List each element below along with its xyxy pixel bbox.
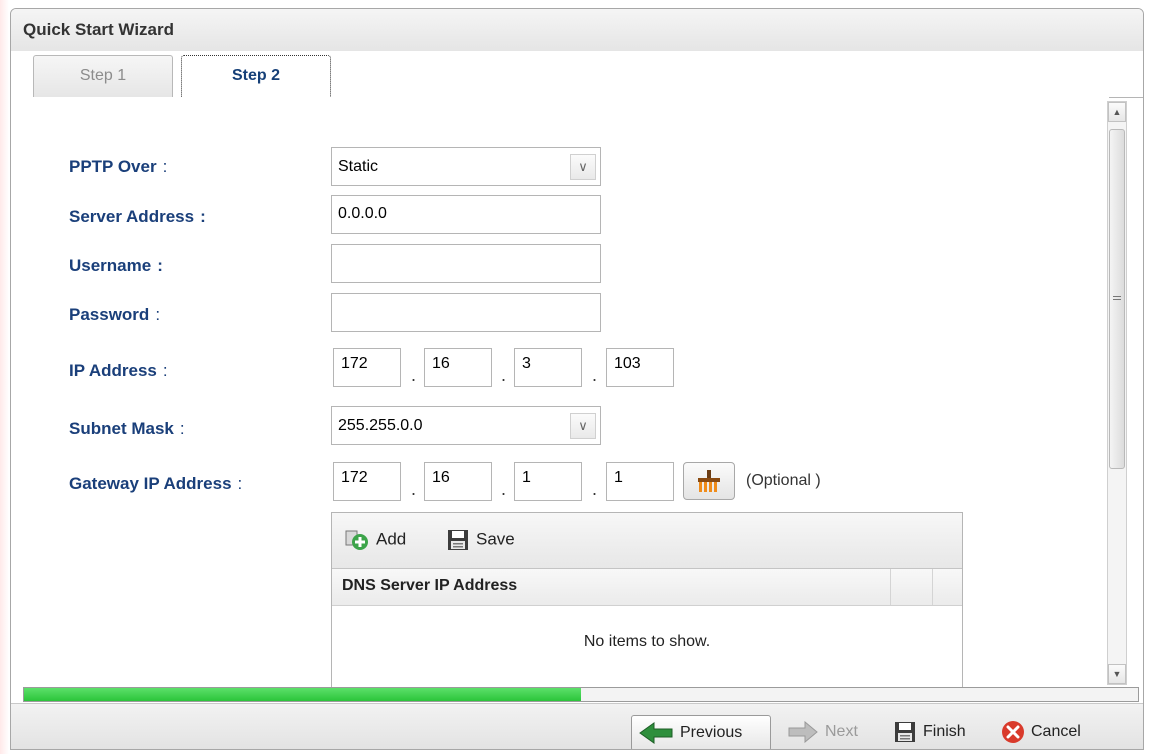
subnet-mask-label: Subnet Mask: (69, 419, 185, 439)
add-icon (345, 530, 368, 550)
pptp-over-label-text: PPTP Over (69, 157, 157, 176)
subnet-mask-label-text: Subnet Mask (69, 419, 174, 438)
chevron-down-icon[interactable]: ∨ (570, 413, 596, 439)
dns-grid-toolbar: Add Save (332, 513, 962, 569)
wizard-footer: Previous Next Finish Cancel (11, 703, 1143, 749)
save-icon (448, 530, 468, 550)
gateway-octet-1[interactable]: 172 (333, 462, 401, 501)
save-button[interactable]: Save (446, 528, 515, 552)
gateway-optional-note: (Optional ) (746, 472, 821, 489)
username-colon: : (157, 256, 163, 275)
gateway-ip-label: Gateway IP Address: (69, 474, 242, 494)
ip-separator-2: . (501, 365, 507, 385)
scroll-up-arrow-icon[interactable]: ▲ (1108, 102, 1126, 122)
column-divider (890, 569, 891, 605)
tab-step-2[interactable]: Step 2 (181, 55, 331, 98)
pptp-over-colon: : (162, 157, 168, 176)
cancel-button[interactable]: Cancel (995, 715, 1105, 749)
ip-address-label: IP Address: (69, 361, 168, 381)
dns-column-header[interactable]: DNS Server IP Address (342, 577, 517, 595)
ip-address-octet-4[interactable]: 103 (606, 348, 674, 387)
arrow-left-icon (639, 721, 673, 744)
background-edge (0, 0, 9, 754)
gateway-ip-colon: : (237, 474, 243, 493)
dns-grid-header: DNS Server IP Address (332, 569, 962, 606)
save-icon (895, 721, 915, 742)
scrollbar-thumb[interactable] (1109, 129, 1125, 469)
previous-button-label: Previous (680, 724, 743, 741)
pptp-over-value: Static (338, 158, 379, 175)
gateway-octet-4[interactable]: 1 (606, 462, 674, 501)
previous-button[interactable]: Previous (631, 715, 771, 749)
dns-grid-empty-text: No items to show. (583, 633, 711, 650)
dns-server-grid: Add Save DNS Server IP Address No items … (331, 512, 963, 687)
gateway-octet-2[interactable]: 16 (424, 462, 492, 501)
gateway-separator-3: . (592, 479, 598, 499)
server-address-label-text: Server Address (69, 207, 195, 226)
wizard-progress-bar (23, 687, 1139, 702)
pptp-over-select[interactable]: Static ∨ (331, 147, 601, 186)
window-title: Quick Start Wizard (23, 20, 174, 39)
title-bar: Quick Start Wizard (11, 9, 1143, 52)
ip-address-octet-2[interactable]: 16 (424, 348, 492, 387)
finish-button-label: Finish (923, 723, 966, 740)
ip-address-octet-3[interactable]: 3 (514, 348, 582, 387)
wizard-window: Quick Start Wizard Step 1 Step 2 PPTP Ov… (10, 8, 1144, 750)
next-button-label: Next (825, 723, 858, 740)
server-address-label: Server Address: (69, 207, 206, 227)
password-input[interactable] (331, 293, 601, 332)
gateway-separator-1: . (411, 479, 417, 499)
finish-button[interactable]: Finish (887, 715, 991, 749)
cancel-button-label: Cancel (1031, 723, 1081, 740)
tab-strip: Step 1 Step 2 (11, 51, 1143, 98)
ip-address-octet-1[interactable]: 172 (333, 348, 401, 387)
ip-separator-3: . (592, 365, 598, 385)
ip-separator-1: . (411, 365, 417, 385)
username-label: Username: (69, 256, 163, 276)
gateway-octet-3[interactable]: 1 (514, 462, 582, 501)
chevron-down-icon[interactable]: ∨ (570, 154, 596, 180)
add-button-label: Add (376, 529, 407, 549)
gateway-ip-label-text: Gateway IP Address (69, 474, 232, 493)
content-scrollbar[interactable]: ▲ ▼ (1107, 101, 1127, 685)
subnet-mask-select[interactable]: 255.255.0.0 ∨ (331, 406, 601, 445)
save-button-label: Save (476, 529, 515, 549)
server-address-colon: : (200, 207, 206, 226)
add-button[interactable]: Add (344, 528, 406, 552)
next-button[interactable]: Next (781, 715, 881, 749)
cancel-icon (1002, 720, 1024, 743)
pptp-over-label: PPTP Over: (69, 157, 167, 177)
column-divider (932, 569, 933, 605)
wizard-content: PPTP Over: Static ∨ Server Address: 0.0.… (11, 97, 1109, 687)
scroll-down-arrow-icon[interactable]: ▼ (1108, 664, 1126, 684)
gateway-separator-2: . (501, 479, 507, 499)
broom-icon (698, 470, 720, 492)
password-colon: : (155, 305, 161, 324)
gateway-detect-button[interactable] (683, 462, 735, 500)
password-label-text: Password (69, 305, 150, 324)
arrow-right-icon (788, 720, 818, 743)
tab-step-1[interactable]: Step 1 (33, 55, 173, 97)
subnet-mask-colon: : (179, 419, 185, 438)
grip-icon (1113, 296, 1121, 300)
password-label: Password: (69, 305, 160, 325)
progress-fill (24, 688, 581, 701)
ip-address-label-text: IP Address (69, 361, 157, 380)
ip-address-colon: : (162, 361, 168, 380)
username-label-text: Username (69, 256, 152, 275)
server-address-input[interactable]: 0.0.0.0 (331, 195, 601, 234)
subnet-mask-value: 255.255.0.0 (338, 417, 423, 434)
username-input[interactable] (331, 244, 601, 283)
